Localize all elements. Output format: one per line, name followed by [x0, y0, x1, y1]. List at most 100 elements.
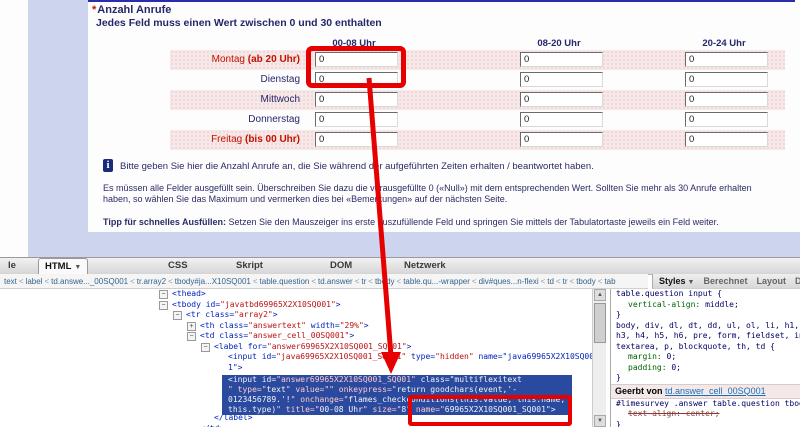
breadcrumb-item[interactable]: div#ques...n-flexi: [479, 277, 539, 286]
tree-node-markup: <td class="answer_cell_00SQ001">: [200, 331, 354, 342]
side-tab-styles[interactable]: Styles▼: [659, 274, 694, 288]
side-tab-berechnet[interactable]: Berechnet: [703, 274, 747, 288]
breadcrumb-item[interactable]: tab: [604, 277, 615, 286]
call-count-input[interactable]: [685, 52, 768, 67]
side-tab-dom[interactable]: DOM: [795, 274, 800, 288]
tree-node-markup: <th class="answertext" width="29%">: [200, 321, 369, 332]
call-count-input[interactable]: [520, 92, 603, 107]
tree-node-markup: <thead>: [172, 289, 206, 300]
collapse-icon[interactable]: −: [201, 343, 210, 352]
tree-node-markup: <input id="java69965X2X10SQ001_SQ001" ty…: [228, 352, 592, 363]
page-bottom-band: [28, 232, 800, 257]
breadcrumb-item[interactable]: td.answer: [318, 277, 353, 286]
call-count-input[interactable]: [685, 72, 768, 87]
tree-node[interactable]: −<td class="answer_cell_00SQ001">: [0, 331, 592, 342]
row-label: Mittwoch: [170, 90, 300, 110]
help-text: Es müssen alle Felder ausgefüllt sein. Ü…: [103, 183, 771, 205]
call-count-input[interactable]: [685, 92, 768, 107]
breadcrumb-item[interactable]: text: [4, 277, 17, 286]
tree-scrollbar[interactable]: ▲ ▼: [592, 289, 606, 427]
scroll-up-icon[interactable]: ▲: [594, 289, 606, 301]
style-rule-line: #limesurvey .answer table.question tbody…: [611, 399, 800, 410]
call-count-input[interactable]: [685, 132, 768, 147]
devtools-tab-skript[interactable]: Skript: [230, 259, 269, 273]
devtools-tab-dom[interactable]: DOM: [324, 259, 358, 273]
table-row: Dienstag: [170, 70, 785, 90]
styles-panel: table.question input {vertical-align: mi…: [610, 289, 800, 427]
side-tab-layout[interactable]: Layout: [756, 274, 786, 288]
devtools-tab-netzwerk[interactable]: Netzwerk: [398, 259, 452, 273]
question-top-border: [88, 0, 795, 2]
call-count-input[interactable]: [520, 72, 603, 87]
row-label: Montag (ab 20 Uhr): [170, 50, 300, 70]
scrollbar-thumb[interactable]: [594, 303, 606, 343]
devtools-tab-html[interactable]: HTML▼: [38, 258, 88, 275]
table-row: Montag (ab 20 Uhr): [170, 50, 785, 70]
collapse-icon[interactable]: −: [173, 311, 182, 320]
devtools-tab-le[interactable]: le: [2, 259, 22, 273]
tip-label: Tipp für schnelles Ausfüllen:: [103, 217, 226, 227]
expand-icon[interactable]: +: [187, 322, 196, 331]
tree-node[interactable]: + <th class="answertext" width="29%">: [0, 321, 592, 332]
tree-node[interactable]: −<tr class="array2">: [0, 310, 592, 321]
breadcrumb-item[interactable]: tbody: [576, 277, 596, 286]
devtools-side-tabs: Styles▼ Berechnet Layout DOM: [652, 274, 800, 289]
breadcrumb-item[interactable]: table.qu...-wrapper: [403, 277, 470, 286]
breadcrumb-item[interactable]: td.answe..._00SQ001: [51, 277, 128, 286]
call-count-input[interactable]: [315, 112, 398, 127]
breadcrumb-item[interactable]: td: [547, 277, 554, 286]
selected-element-line: <input id="answer69965X2X10SQ001_SQ001" …: [222, 375, 572, 385]
tree-node[interactable]: 1">: [0, 363, 592, 374]
devtools-tab-css[interactable]: CSS: [162, 259, 194, 273]
collapse-icon[interactable]: −: [187, 332, 196, 341]
question-instruction: Jedes Feld muss einen Wert zwischen 0 un…: [96, 17, 382, 29]
column-header: 20-24 Uhr: [685, 38, 763, 49]
tree-node[interactable]: −<thead>: [0, 289, 592, 300]
style-rule-line: body, div, dl, dt, dd, ul, ol, li, h1, h…: [611, 321, 800, 332]
breadcrumb-item[interactable]: tr: [361, 277, 366, 286]
table-row: Mittwoch: [170, 90, 785, 110]
breadcrumb-separator: <: [556, 277, 561, 286]
inherited-label: Geerbt von: [615, 386, 663, 396]
table-row: Donnerstag: [170, 110, 785, 130]
call-count-input[interactable]: [315, 92, 398, 107]
call-count-input[interactable]: [520, 112, 603, 127]
style-rule-line: textarea, p, blockquote, th, td {: [611, 342, 800, 353]
breadcrumb-item[interactable]: table.question: [260, 277, 310, 286]
style-rule-line: table.question input {: [611, 289, 800, 300]
breadcrumb-separator: <: [168, 277, 173, 286]
call-count-input[interactable]: [520, 132, 603, 147]
breadcrumb-separator: <: [355, 277, 360, 286]
tip-text: Tipp für schnelles Ausfüllen: Setzen Sie…: [103, 217, 793, 227]
page-left-margin: [28, 0, 88, 232]
breadcrumb-separator: <: [541, 277, 546, 286]
call-count-input[interactable]: [315, 132, 398, 147]
tree-node[interactable]: −<tbody id="javatbd69965X2X10SQ001">: [0, 300, 592, 311]
style-rule-line: padding: 0;: [611, 363, 800, 374]
style-rule-line: }: [611, 420, 800, 427]
style-rule-line: margin: 0;: [611, 352, 800, 363]
style-rule-line: h3, h4, h5, h6, pre, form, fieldset, inp…: [611, 331, 800, 342]
tree-node-markup: </td>: [200, 424, 224, 427]
devtools-breadcrumb: text<label<td.answe..._00SQ001<tr.array2…: [0, 274, 648, 289]
breadcrumb-item[interactable]: tr.array2: [137, 277, 166, 286]
tree-node[interactable]: −<label for="answer69965X2X10SQ001_SQ001…: [0, 342, 592, 353]
question-title-text: Anzahl Anrufe: [97, 4, 171, 16]
breadcrumb-item[interactable]: tr: [563, 277, 568, 286]
breadcrumb-item[interactable]: tbody#ja...X10SQ001: [175, 277, 251, 286]
tree-node-markup: 1">: [228, 363, 242, 374]
breadcrumb-item[interactable]: tbody: [375, 277, 395, 286]
breadcrumb-separator: <: [311, 277, 316, 286]
row-label: Donnerstag: [170, 110, 300, 130]
question-title: *Anzahl Anrufe: [92, 4, 171, 16]
breadcrumb-separator: <: [253, 277, 258, 286]
scroll-down-icon[interactable]: ▼: [594, 415, 606, 427]
call-count-input[interactable]: [685, 112, 768, 127]
style-rule-line: vertical-align: middle;: [611, 300, 800, 311]
breadcrumb-item[interactable]: label: [26, 277, 43, 286]
collapse-icon[interactable]: −: [159, 301, 168, 310]
tree-node[interactable]: <input id="java69965X2X10SQ001_SQ001" ty…: [0, 352, 592, 363]
collapse-icon[interactable]: −: [159, 290, 168, 299]
call-count-input[interactable]: [520, 52, 603, 67]
inherited-from-link[interactable]: td.answer_cell_00SQ001: [665, 386, 766, 396]
